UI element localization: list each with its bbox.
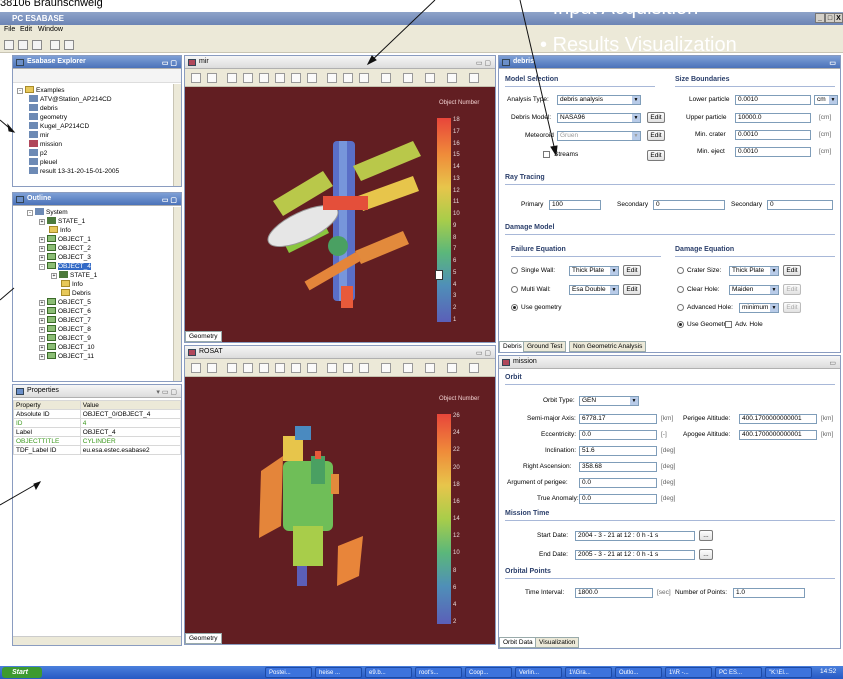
arrow bbox=[0, 481, 41, 506]
arrowhead bbox=[550, 145, 558, 157]
taskbar-item[interactable]: Verlin... bbox=[515, 667, 562, 678]
taskbar-item[interactable]: 1\\R -... bbox=[665, 667, 712, 678]
taskbar-item[interactable]: Outlo... bbox=[615, 667, 662, 678]
taskbar: Start Postei... heise ... e9.b... root's...… bbox=[0, 666, 843, 679]
clock: 14:52 bbox=[820, 668, 837, 675]
taskbar-item[interactable]: Coop... bbox=[465, 667, 512, 678]
annotation-arrows bbox=[0, 0, 558, 506]
taskbar-item[interactable]: "K:\El... bbox=[765, 667, 812, 678]
arrowhead bbox=[33, 481, 42, 491]
arrow bbox=[519, 0, 557, 156]
arrow bbox=[367, 0, 436, 65]
taskbar-item[interactable]: root's... bbox=[415, 667, 462, 678]
arrow bbox=[0, 287, 15, 301]
start-button[interactable]: Start bbox=[2, 667, 42, 678]
taskbar-item[interactable]: 1\\Gra... bbox=[565, 667, 612, 678]
taskbar-item[interactable]: PC ES... bbox=[715, 667, 762, 678]
taskbar-item[interactable]: Postei... bbox=[265, 667, 312, 678]
arrowhead bbox=[7, 123, 16, 133]
taskbar-item[interactable]: e9.b... bbox=[365, 667, 412, 678]
taskbar-item[interactable]: heise ... bbox=[315, 667, 362, 678]
